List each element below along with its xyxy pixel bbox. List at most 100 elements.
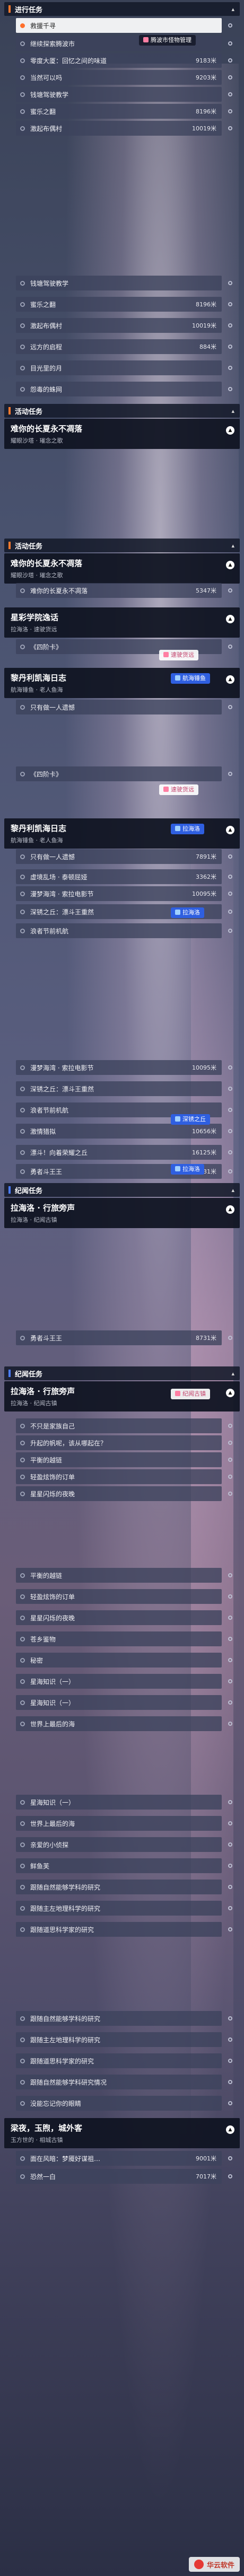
task-item[interactable]: 轻盈炫饰的订单 bbox=[16, 1469, 222, 1484]
task-item[interactable]: 跟随道思科学家的研究 bbox=[16, 1922, 222, 1937]
task-item[interactable]: 升起的帆呢，该从哪起在？ bbox=[16, 1435, 222, 1450]
location-tag-label: 深锈之丘 bbox=[182, 1116, 206, 1123]
location-tag[interactable]: 深锈之丘 bbox=[171, 1114, 210, 1125]
section-header[interactable]: 纪闻任务 ▴ bbox=[4, 1183, 240, 1197]
track-marker-icon bbox=[228, 2059, 232, 2063]
section-header[interactable]: 活动任务 ▴ bbox=[4, 539, 240, 552]
task-item[interactable]: 虚境乱场 · 泰顿屈娅 3362米 bbox=[16, 869, 222, 884]
location-tag[interactable]: 纪闻古镇 bbox=[171, 1389, 210, 1399]
task-item[interactable]: 跟随道思科学家的研究 bbox=[16, 2053, 222, 2068]
task-item[interactable]: 只有做一人遗憾 bbox=[16, 700, 222, 714]
task-item[interactable]: 零度大厦：回忆之间的味道 9183米 bbox=[16, 53, 222, 68]
mission-card[interactable]: 难你的长夏永不凋落 耀眼沙塔 · 璀念之歌 ▲ bbox=[4, 553, 240, 584]
task-item[interactable]: 钱塘驾驶教学 bbox=[16, 87, 222, 102]
radio-dot-icon bbox=[20, 2037, 25, 2042]
collapse-icon[interactable]: ▲ bbox=[226, 615, 234, 623]
task-item[interactable]: 星海知识（一） bbox=[16, 1795, 222, 1810]
task-item[interactable]: 跟随自然能够学科研究情况 bbox=[16, 2075, 222, 2089]
task-item[interactable]: 跟随主左地理科学的研究 bbox=[16, 1901, 222, 1916]
task-label: 不只是家族自己 bbox=[30, 1422, 75, 1430]
task-item[interactable]: 勇者斗王王 8731米 bbox=[16, 1330, 222, 1345]
task-item[interactable]: 当然可以吗 9203米 bbox=[16, 70, 222, 85]
task-item[interactable]: 浪者节前机航 bbox=[16, 923, 222, 938]
task-item[interactable]: 救援千寻 bbox=[16, 18, 222, 33]
collapse-icon[interactable]: ▲ bbox=[226, 675, 234, 684]
task-item[interactable]: 秘密 bbox=[16, 1653, 222, 1668]
track-marker-icon bbox=[228, 387, 232, 391]
task-item[interactable]: 亲爱的小侦探 bbox=[16, 1837, 222, 1852]
location-tag[interactable]: 航海锤鱼 bbox=[171, 673, 210, 684]
location-tag[interactable]: 腾波市怪物管理 bbox=[139, 35, 196, 46]
task-item[interactable]: 跟随主左地理科学的研究 bbox=[16, 2032, 222, 2047]
task-item[interactable]: 鲜鱼芙 bbox=[16, 1858, 222, 1873]
task-item[interactable]: 漫梦海湾 · 索拉电影节 10095米 bbox=[16, 886, 222, 901]
collapse-icon[interactable]: ▲ bbox=[226, 1205, 234, 1214]
task-label: 跟随道思科学家的研究 bbox=[30, 1926, 94, 1934]
task-item[interactable]: 跟随自然能够学科的研究 bbox=[16, 1880, 222, 1894]
task-distance: 3362米 bbox=[196, 874, 216, 880]
location-tag[interactable]: 速驶货远 bbox=[159, 784, 198, 795]
task-item[interactable]: 怨毒的蛛网 bbox=[16, 382, 222, 396]
task-item[interactable]: 轻盈炫饰的订单 bbox=[16, 1589, 222, 1604]
task-item[interactable]: 漂斗！向着荣耀之丘 16125米 bbox=[16, 1145, 222, 1160]
task-item[interactable]: 世界上最后的海 bbox=[16, 1716, 222, 1731]
task-item[interactable]: 跟随自然能够学科的研究 bbox=[16, 2011, 222, 2026]
task-item[interactable]: 不只是家族自己 bbox=[16, 1418, 222, 1433]
task-item[interactable]: 面在风暗：梦魇好谋祖… 9001米 bbox=[16, 2151, 222, 2166]
task-item[interactable]: 激起布偶村 10019米 bbox=[16, 121, 222, 136]
radio-dot-icon bbox=[20, 75, 25, 80]
task-item[interactable]: 《四阶卡》 bbox=[16, 766, 222, 781]
task-item[interactable]: 蜜乐之翻 8196米 bbox=[16, 104, 222, 119]
mission-card[interactable]: 拉海洛 · 行旅旁声 拉海洛 · 纪闻古镇 ▲ bbox=[4, 1198, 240, 1228]
task-label: 面在风暗：梦魇好谋祖… bbox=[30, 2155, 101, 2163]
collapse-icon[interactable]: ▲ bbox=[226, 426, 234, 435]
chevron-up-icon[interactable]: ▴ bbox=[231, 542, 234, 549]
radio-dot-icon bbox=[20, 2174, 25, 2179]
location-tag[interactable]: 速驶货远 bbox=[159, 650, 198, 660]
mission-card[interactable]: 星彩学院逸话 拉海洛 · 速驶货远 ▲ bbox=[4, 607, 240, 638]
task-item[interactable]: 世界上最后的海 bbox=[16, 1816, 222, 1831]
chevron-up-icon[interactable]: ▴ bbox=[231, 6, 234, 13]
task-item[interactable]: 没能忘记你的眼睛 bbox=[16, 2096, 222, 2111]
location-tag[interactable]: 拉海洛 bbox=[171, 824, 204, 834]
mission-card[interactable]: 梁夜，玉煦，城外客 玉方世的 · 相城古镇 ▲ bbox=[4, 2118, 240, 2148]
location-tag[interactable]: 拉海洛 bbox=[171, 1164, 204, 1175]
collapse-icon[interactable]: ▲ bbox=[226, 826, 234, 834]
location-pin-icon bbox=[143, 37, 149, 42]
task-item[interactable]: 恐然一白 7017米 bbox=[16, 2169, 222, 2184]
task-label: 怨毒的蛛网 bbox=[30, 385, 63, 393]
task-item[interactable]: 难你的长夏永不凋落 5347米 bbox=[16, 583, 222, 598]
section-header[interactable]: 活动任务 ▴ bbox=[4, 404, 240, 418]
task-item[interactable]: 平衡的越链 bbox=[16, 1452, 222, 1467]
collapse-icon[interactable]: ▲ bbox=[226, 2125, 234, 2134]
task-label: 浪者节前机航 bbox=[30, 1106, 69, 1114]
task-item[interactable]: 激情猎拟 10656米 bbox=[16, 1124, 222, 1139]
task-item[interactable]: 苍乡鉴物 bbox=[16, 1631, 222, 1646]
chevron-up-icon[interactable]: ▴ bbox=[231, 1370, 234, 1377]
task-item[interactable]: 只有做一人遗憾 7891米 bbox=[16, 849, 222, 864]
task-item[interactable]: 激起布偶村 10019米 bbox=[16, 318, 222, 333]
task-item[interactable]: 目光里的月 bbox=[16, 360, 222, 375]
chevron-up-icon[interactable]: ▴ bbox=[231, 1187, 234, 1194]
task-item[interactable]: 星海知识（一） bbox=[16, 1695, 222, 1710]
section-header[interactable]: 进行任务 ▴ bbox=[4, 2, 240, 16]
collapse-icon[interactable]: ▲ bbox=[226, 561, 234, 569]
section-header[interactable]: 纪闻任务 ▴ bbox=[4, 1366, 240, 1380]
task-item[interactable]: 平衡的越链 bbox=[16, 1568, 222, 1583]
task-item[interactable]: 漫梦海湾 · 索拉电影节 10095米 bbox=[16, 1060, 222, 1075]
chevron-up-icon[interactable]: ▴ bbox=[231, 408, 234, 414]
task-item[interactable]: 深锈之丘：漂斗王重然 bbox=[16, 1081, 222, 1096]
track-marker-icon bbox=[228, 645, 232, 649]
task-item[interactable]: 星星闪烁的夜晚 bbox=[16, 1610, 222, 1625]
location-tag[interactable]: 拉海洛 bbox=[171, 907, 204, 918]
task-item[interactable]: 蜜乐之翻 8196米 bbox=[16, 297, 222, 312]
task-distance: 5347米 bbox=[196, 587, 216, 594]
task-item[interactable]: 星海知识（一） bbox=[16, 1674, 222, 1689]
task-item[interactable]: 远方的启程 884米 bbox=[16, 339, 222, 354]
mission-card[interactable]: 黎丹利凯海日志 航海锤鱼 · 老人鱼海 ▲ bbox=[4, 818, 240, 849]
mission-card[interactable]: 难你的长夏永不凋落 耀眼沙塔 · 璀念之歌 ▲ bbox=[4, 419, 240, 449]
task-item[interactable]: 钱塘驾驶教学 bbox=[16, 276, 222, 290]
collapse-icon[interactable]: ▲ bbox=[226, 1389, 234, 1397]
task-item[interactable]: 星星闪烁的夜晚 bbox=[16, 1486, 222, 1501]
radio-dot-icon bbox=[20, 1474, 25, 1479]
